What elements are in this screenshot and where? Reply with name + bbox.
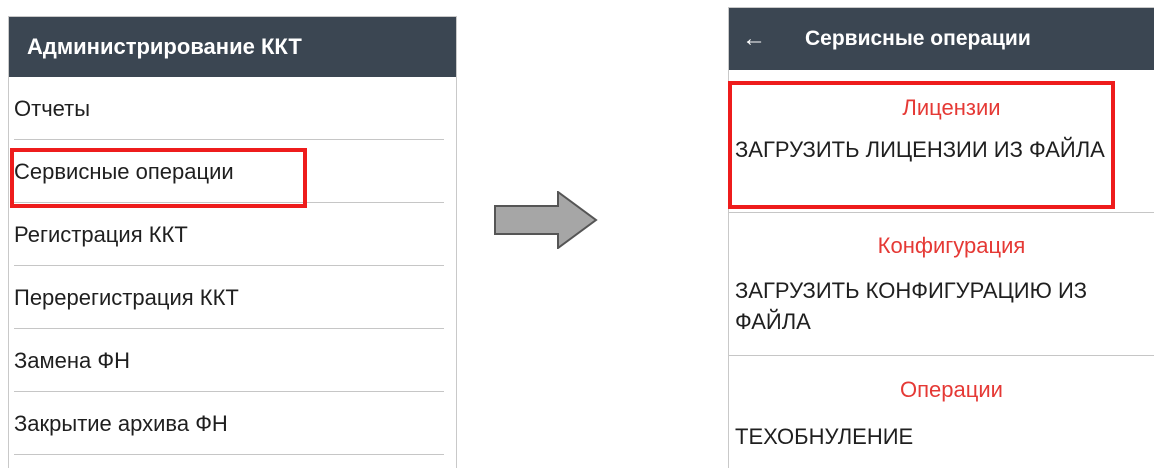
section-configuration: Конфигурация ЗАГРУЗИТЬ КОНФИГУРАЦИЮ ИЗ Ф…: [729, 213, 1154, 356]
arrow-left-icon[interactable]: ←: [731, 25, 777, 53]
left-app-bar: Администрирование ККТ: [9, 17, 456, 77]
menu-item-service-operations[interactable]: Сервисные операции: [9, 140, 456, 203]
load-licenses-button[interactable]: ЗАГРУЗИТЬ ЛИЦЕНЗИИ ИЗ ФАЙЛА: [729, 134, 1154, 165]
section-licenses: Лицензии ЗАГРУЗИТЬ ЛИЦЕНЗИИ ИЗ ФАЙЛА: [729, 70, 1154, 213]
menu-item-reports[interactable]: Отчеты: [9, 77, 456, 140]
menu-item-kkt-registration[interactable]: Регистрация ККТ: [9, 203, 456, 266]
right-screen: ← Сервисные операции Лицензии ЗАГРУЗИТЬ …: [728, 7, 1154, 468]
right-app-bar: ← Сервисные операции: [729, 8, 1154, 70]
menu-item-fn-archive-closing[interactable]: Закрытие архива ФН: [9, 392, 456, 455]
menu-item-kkt-reregistration[interactable]: Перерегистрация ККТ: [9, 266, 456, 329]
left-screen-title: Администрирование ККТ: [27, 34, 302, 59]
right-screen-title: Сервисные операции: [805, 27, 1031, 50]
menu-item-fn-replacement[interactable]: Замена ФН: [9, 329, 456, 392]
load-configuration-button[interactable]: ЗАГРУЗИТЬ КОНФИГУРАЦИЮ ИЗ ФАЙЛА: [729, 275, 1154, 337]
section-header-configuration: Конфигурация: [877, 233, 1026, 258]
section-header-licenses: Лицензии: [902, 95, 1001, 120]
section-header-operations: Операции: [900, 377, 1003, 402]
section-operations: Операции ТЕХОБНУЛЕНИЕ: [729, 356, 1154, 452]
tech-reset-button[interactable]: ТЕХОБНУЛЕНИЕ: [729, 421, 1154, 452]
right-arrow-icon: [494, 191, 598, 249]
left-screen: Администрирование ККТ Отчеты Сервисные о…: [8, 16, 457, 468]
